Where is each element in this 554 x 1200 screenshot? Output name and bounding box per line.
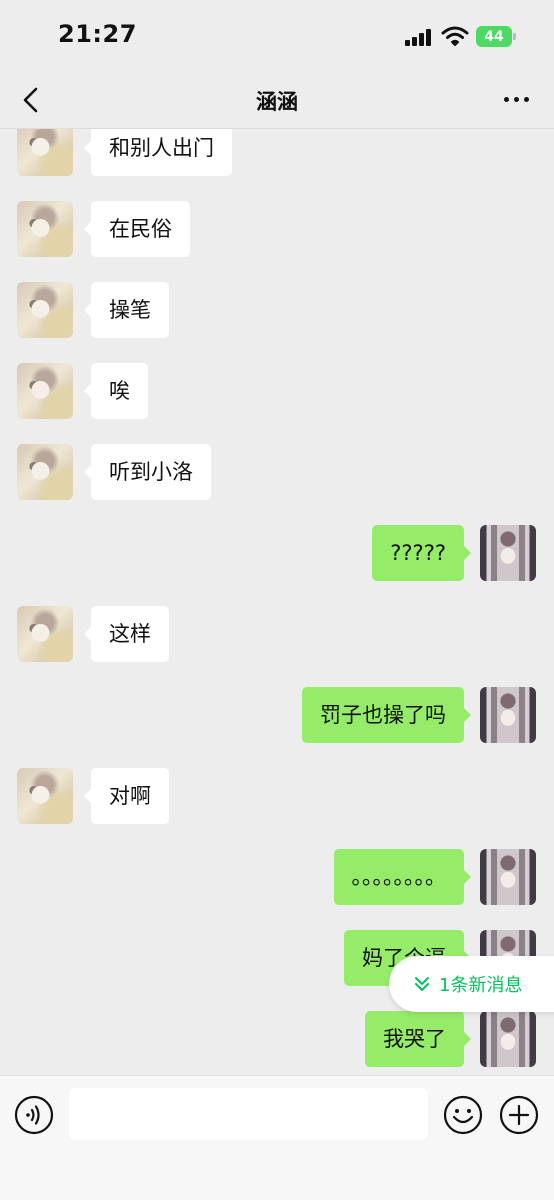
message-received: 唉 — [0, 363, 554, 421]
more-dots-icon[interactable] — [498, 84, 534, 114]
chat-title: 涵涵 — [256, 90, 298, 114]
message-sent: ????? — [0, 525, 554, 583]
message-received: 和别人出门 — [0, 129, 554, 178]
new-message-label: 1条新消息 — [439, 975, 523, 996]
double-chevron-down-icon — [415, 977, 429, 991]
contact-avatar[interactable] — [17, 606, 73, 662]
battery-level: 44 — [484, 28, 504, 45]
message-received: 在民俗 — [0, 201, 554, 259]
contact-avatar[interactable] — [17, 444, 73, 500]
signal-icon — [405, 28, 433, 46]
nav-bar: 涵涵 — [0, 72, 554, 129]
message-received: 操笔 — [0, 282, 554, 340]
contact-avatar[interactable] — [17, 282, 73, 338]
message-input[interactable] — [69, 1088, 428, 1140]
wifi-icon — [441, 26, 469, 46]
message-bubble[interactable]: 罚子也操了吗 — [302, 687, 471, 743]
input-bar — [0, 1075, 554, 1200]
contact-avatar[interactable] — [17, 201, 73, 257]
self-avatar[interactable] — [480, 849, 536, 905]
message-bubble[interactable]: 对啊 — [84, 768, 169, 824]
message-bubble[interactable]: 操笔 — [84, 282, 169, 338]
plus-icon[interactable] — [499, 1095, 539, 1135]
message-received: 这样 — [0, 606, 554, 664]
message-sent: 罚子也操了吗 — [0, 687, 554, 745]
message-bubble[interactable]: 听到小洛 — [84, 444, 211, 500]
emoji-icon[interactable] — [443, 1095, 483, 1135]
self-avatar[interactable] — [480, 525, 536, 581]
battery-cap — [513, 33, 516, 40]
message-bubble[interactable]: 。。。。。。。。 — [333, 849, 471, 905]
contact-avatar[interactable] — [17, 363, 73, 419]
contact-avatar[interactable] — [17, 129, 73, 176]
message-bubble[interactable]: ????? — [372, 525, 471, 581]
chat-message-list[interactable]: 和别人出门 在民俗 操笔 唉 听到小洛 ????? 这样 罚子也操了吗 对啊 。… — [0, 129, 554, 1075]
message-bubble[interactable]: 唉 — [84, 363, 148, 419]
message-bubble[interactable]: 这样 — [84, 606, 169, 662]
contact-avatar[interactable] — [17, 768, 73, 824]
message-received: 听到小洛 — [0, 444, 554, 502]
voice-icon[interactable] — [14, 1095, 54, 1135]
message-received: 对啊 — [0, 768, 554, 826]
self-avatar[interactable] — [480, 687, 536, 743]
message-sent: 我哭了 — [0, 1011, 554, 1069]
message-bubble[interactable]: 在民俗 — [84, 201, 190, 257]
message-bubble[interactable]: 和别人出门 — [84, 129, 232, 176]
status-time: 21:27 — [58, 20, 137, 48]
battery-icon: 44 — [476, 26, 512, 47]
new-message-pill[interactable]: 1条新消息 — [389, 956, 554, 1012]
status-bar: 21:27 44 — [0, 0, 554, 72]
message-bubble[interactable]: 我哭了 — [365, 1011, 471, 1067]
message-sent: 。。。。。。。。 — [0, 849, 554, 907]
self-avatar[interactable] — [480, 1011, 536, 1067]
